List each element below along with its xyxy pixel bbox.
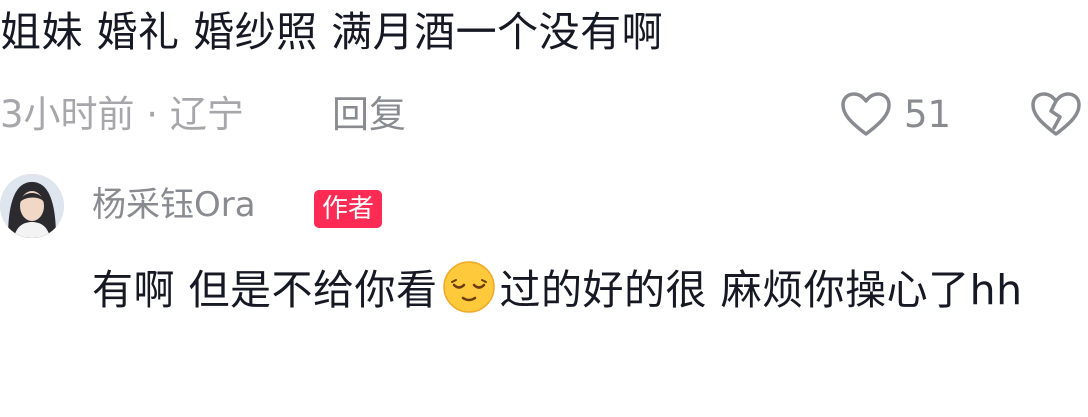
comment-thread: 姐妹 婚礼 婚纱照 满月酒一个没有啊 3小时前 · 辽宁 回复 51 杨采钰Or… [0, 0, 1088, 417]
heart-icon [841, 92, 891, 136]
comment-text: 姐妹 婚礼 婚纱照 满月酒一个没有啊 [0, 8, 664, 56]
author-badge: 作者 [314, 190, 383, 228]
reply-text: 有啊 但是不给你看 过的好的很 麻烦你操心了hh [92, 252, 1072, 328]
author-reply: 杨采钰Ora 作者 有啊 但是不给你看 过的好的很 麻烦你操心了hh [0, 170, 1088, 417]
reply-text-part2: 过的好的很 麻烦你操心了hh [499, 266, 1023, 314]
broken-heart-icon[interactable] [1030, 92, 1082, 138]
like-count: 51 [904, 93, 952, 136]
avatar[interactable] [0, 174, 64, 238]
avatar-image [0, 174, 64, 238]
reply-text-part1: 有啊 但是不给你看 [92, 266, 438, 314]
comment-timestamp-location: 3小时前 · 辽宁 [0, 93, 244, 136]
author-name[interactable]: 杨采钰Ora [92, 180, 256, 230]
smiling-face-icon [442, 261, 495, 313]
comment-meta-row: 3小时前 · 辽宁 回复 51 [0, 88, 1088, 142]
reply-button[interactable]: 回复 [332, 88, 406, 142]
